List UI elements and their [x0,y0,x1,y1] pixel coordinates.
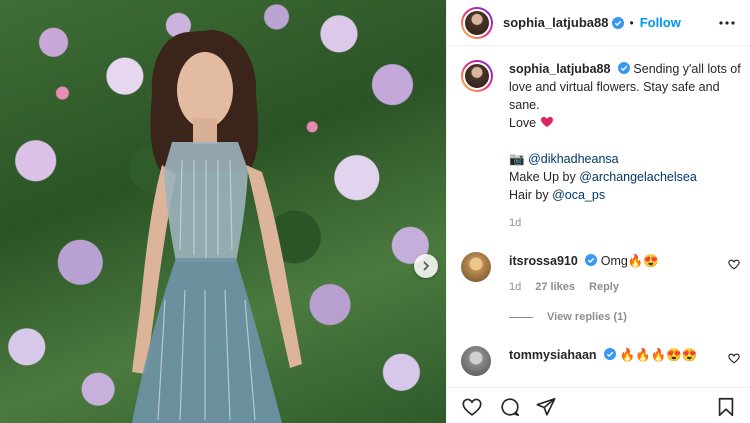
more-options-button[interactable] [717,14,737,32]
caption-time[interactable]: 1d [509,214,741,232]
hair-label: Hair by [509,188,549,202]
reply-button[interactable]: Reply [589,278,619,296]
view-replies-line [509,316,533,318]
verified-badge-icon [612,16,625,29]
bookmark-button[interactable] [715,396,737,418]
more-options-icon [719,21,735,25]
camera-mention[interactable]: @dikhadheansa [528,152,619,166]
woman-in-dress-figure [132,30,302,423]
verified-badge-icon [617,62,630,74]
makeup-mention[interactable]: @archangelachelsea [579,170,697,184]
comment-item: tommysiahaan 🔥🔥🔥😍😍 [461,346,741,376]
comment-icon [501,398,520,417]
makeup-label: Make Up by [509,170,576,184]
heart-icon [462,398,482,416]
commenter-avatar[interactable] [461,346,491,376]
caption-avatar[interactable] [461,60,493,92]
comment-like-button[interactable] [727,258,741,272]
view-replies-label: View replies (1) [547,311,627,323]
post-action-bar [447,387,750,423]
author-username[interactable]: sophia_latjuba88 [503,15,608,30]
comment-text: Omg🔥😍 [600,254,659,268]
bookmark-icon [718,397,734,417]
camera-emoji-icon: 📷 [509,152,525,166]
post-side-panel: sophia_latjuba88 • Follow sophia_latjuba… [446,0,750,423]
comment-like-button[interactable] [727,352,741,366]
share-icon [536,397,556,416]
comment-item: itsrossa910 Omg🔥😍 1d 27 likes Reply [461,252,741,296]
verified-badge-icon [604,348,617,360]
follow-button[interactable]: Follow [640,15,681,30]
heart-icon [728,353,740,364]
verified-badge-icon [585,254,598,266]
author-avatar[interactable] [461,6,493,39]
hair-mention[interactable]: @oca_ps [552,188,605,202]
carousel-next-button[interactable] [414,254,438,278]
comment-time[interactable]: 1d [509,278,521,296]
commenter-avatar[interactable] [461,252,491,282]
view-replies-button[interactable]: View replies (1) [509,311,627,323]
caption-block: sophia_latjuba88 Sending y'all lots of l… [461,60,741,232]
commenter-username[interactable]: tommysiahaan [509,348,597,362]
share-button[interactable] [535,396,557,418]
post-photo[interactable] [0,0,446,423]
post-header: sophia_latjuba88 • Follow [447,0,750,46]
comment-likes[interactable]: 27 likes [535,278,575,296]
comment-button[interactable] [499,396,521,418]
header-separator: • [629,15,634,30]
commenter-username[interactable]: itsrossa910 [509,254,578,268]
caption-love: Love [509,116,537,130]
comment-text: 🔥🔥🔥😍😍 [619,348,698,362]
heart-icon [728,259,740,270]
red-heart-emoji-icon [540,117,553,127]
chevron-right-icon [423,261,430,271]
caption-username[interactable]: sophia_latjuba88 [509,62,610,76]
like-button[interactable] [461,396,483,418]
